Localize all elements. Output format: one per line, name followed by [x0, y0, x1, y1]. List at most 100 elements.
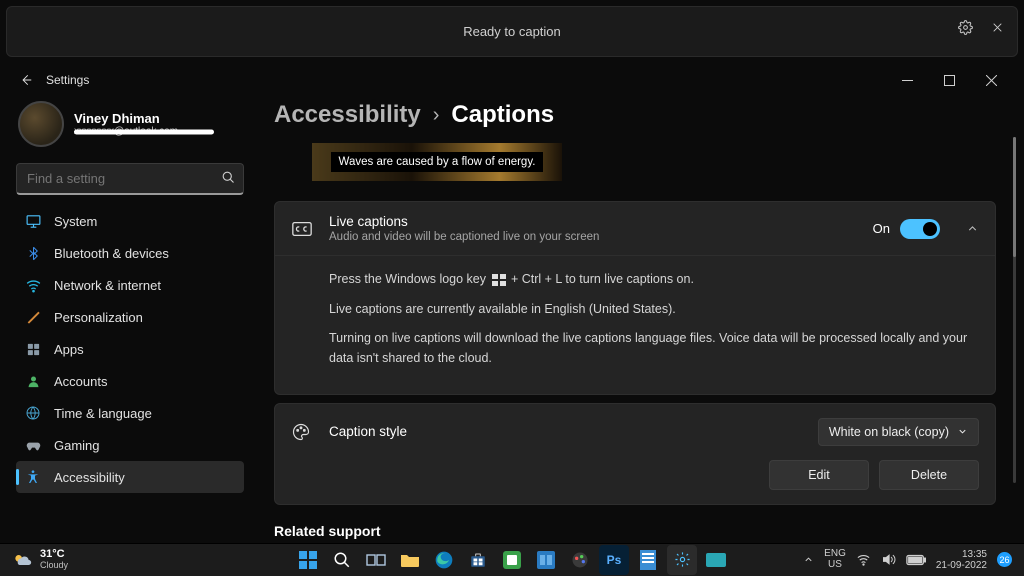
sidebar-item-apps[interactable]: Apps: [16, 333, 244, 365]
titlebar: Settings: [6, 63, 1018, 97]
taskbar-file-explorer[interactable]: [395, 545, 425, 575]
sidebar-item-time-language[interactable]: Time & language: [16, 397, 244, 429]
live-caption-status: Ready to caption: [463, 24, 561, 39]
cc-icon: [291, 218, 313, 240]
live-captions-card: Live captions Audio and video will be ca…: [274, 201, 996, 395]
dropdown-value: White on black (copy): [829, 425, 949, 439]
sidebar-item-label: Network & internet: [54, 278, 161, 293]
chevron-up-icon[interactable]: [966, 222, 979, 235]
system-icon: [24, 212, 42, 230]
wifi-tray-icon[interactable]: [856, 552, 871, 567]
back-button[interactable]: [12, 66, 40, 94]
sidebar: Viney Dhiman xxxxxxxx@outlook.com System…: [6, 97, 254, 543]
info-line: Press the Windows logo key + Ctrl + L to…: [329, 270, 979, 289]
live-captions-title: Live captions: [329, 214, 857, 229]
scrollbar-thumb[interactable]: [1013, 137, 1016, 257]
paintbrush-icon: [24, 308, 42, 326]
app-title: Settings: [46, 73, 89, 87]
accounts-icon: [24, 372, 42, 390]
wifi-icon: [24, 276, 42, 294]
window-close-button[interactable]: [970, 65, 1012, 95]
live-captions-toggle[interactable]: [900, 219, 940, 239]
search-icon: [221, 170, 236, 185]
sidebar-item-accounts[interactable]: Accounts: [16, 365, 244, 397]
sidebar-item-accessibility[interactable]: Accessibility: [16, 461, 244, 493]
chevron-right-icon: ›: [433, 104, 440, 127]
accessibility-icon: [24, 468, 42, 486]
windows-key-icon: [492, 274, 506, 286]
weather-icon: [12, 550, 32, 570]
caption-preview: Waves are caused by a flow of energy.: [312, 143, 562, 181]
related-support-heading: Related support: [274, 513, 996, 543]
start-button[interactable]: [293, 545, 323, 575]
window-maximize-button[interactable]: [928, 65, 970, 95]
sidebar-item-system[interactable]: System: [16, 205, 244, 237]
window-minimize-button[interactable]: [886, 65, 928, 95]
breadcrumb: Accessibility › Captions: [274, 97, 996, 143]
taskbar-ms-store[interactable]: [463, 545, 493, 575]
sidebar-item-label: Bluetooth & devices: [54, 246, 169, 261]
taskbar-paint[interactable]: [565, 545, 595, 575]
taskbar-task-view[interactable]: [361, 545, 391, 575]
sidebar-item-personalization[interactable]: Personalization: [16, 301, 244, 333]
caption-style-dropdown[interactable]: White on black (copy): [818, 418, 979, 446]
user-email: xxxxxxxx@outlook.com: [74, 126, 178, 137]
live-captions-subtitle: Audio and video will be captioned live o…: [329, 231, 857, 243]
sidebar-item-label: Time & language: [54, 406, 152, 421]
caption-settings-button[interactable]: [951, 13, 979, 41]
caption-style-card: Caption style White on black (copy) Edit…: [274, 403, 996, 505]
chevron-down-icon: [957, 426, 968, 437]
caption-close-button[interactable]: [983, 13, 1011, 41]
weather-desc: Cloudy: [40, 561, 68, 570]
page-title: Captions: [451, 101, 554, 129]
taskbar-weather[interactable]: 31°C Cloudy: [12, 549, 68, 570]
live-caption-bar: Ready to caption: [6, 6, 1018, 57]
sidebar-item-label: System: [54, 214, 97, 229]
delete-button[interactable]: Delete: [879, 460, 979, 490]
taskbar-settings[interactable]: [667, 545, 697, 575]
battery-tray-icon[interactable]: [906, 554, 926, 566]
palette-icon: [291, 422, 313, 442]
notification-badge[interactable]: 26: [997, 552, 1012, 567]
sidebar-item-gaming[interactable]: Gaming: [16, 429, 244, 461]
info-line: Live captions are currently available in…: [329, 300, 979, 319]
sidebar-item-label: Apps: [54, 342, 84, 357]
toggle-state-label: On: [873, 221, 890, 236]
caption-style-title: Caption style: [329, 424, 802, 439]
info-line: Turning on live captions will download t…: [329, 329, 979, 368]
taskbar-app-blue[interactable]: [531, 545, 561, 575]
taskbar-search-button[interactable]: [327, 545, 357, 575]
apps-icon: [24, 340, 42, 358]
globe-icon: [24, 404, 42, 422]
avatar: [18, 101, 64, 147]
main-content: Accessibility › Captions Waves are cause…: [254, 97, 1018, 543]
volume-tray-icon[interactable]: [881, 552, 896, 567]
user-name: Viney Dhiman: [74, 111, 178, 126]
taskbar-clock[interactable]: 13:35 21-09-2022: [936, 549, 987, 571]
taskbar-app-green[interactable]: [497, 545, 527, 575]
sidebar-item-label: Accessibility: [54, 470, 125, 485]
taskbar-center: Ps: [293, 545, 731, 575]
taskbar-language[interactable]: ENG US: [824, 549, 846, 570]
sidebar-item-network[interactable]: Network & internet: [16, 269, 244, 301]
sidebar-item-label: Accounts: [54, 374, 107, 389]
taskbar-edge[interactable]: [429, 545, 459, 575]
caption-preview-text: Waves are caused by a flow of energy.: [331, 152, 544, 172]
scrollbar-vertical[interactable]: [1013, 137, 1016, 483]
taskbar-photoshop[interactable]: Ps: [599, 545, 629, 575]
taskbar: 31°C Cloudy Ps ENG US 13:35 21-09-2022 2…: [0, 543, 1024, 576]
sidebar-item-label: Gaming: [54, 438, 100, 453]
taskbar-app-teal[interactable]: [701, 545, 731, 575]
sidebar-item-label: Personalization: [54, 310, 143, 325]
search-box[interactable]: [16, 163, 244, 195]
sidebar-item-bluetooth[interactable]: Bluetooth & devices: [16, 237, 244, 269]
user-account[interactable]: Viney Dhiman xxxxxxxx@outlook.com: [16, 97, 244, 157]
bluetooth-icon: [24, 244, 42, 262]
gaming-icon: [24, 436, 42, 454]
edit-button[interactable]: Edit: [769, 460, 869, 490]
taskbar-overflow-icon[interactable]: [803, 554, 814, 565]
breadcrumb-parent[interactable]: Accessibility: [274, 101, 421, 129]
settings-window: Settings Viney Dhiman xxxxxxxx@outlook.c…: [6, 63, 1018, 543]
search-input[interactable]: [16, 163, 244, 195]
taskbar-notepad[interactable]: [633, 545, 663, 575]
